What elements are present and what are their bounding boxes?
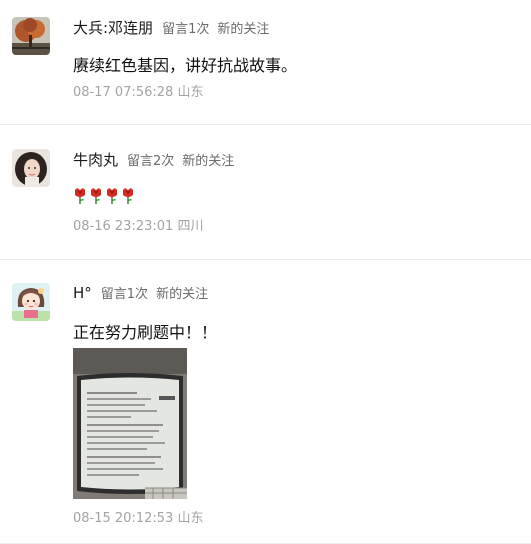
comment-meta: 大兵:邓连朋 留言1次 新的关注 [73,17,269,38]
rose-icon [75,188,85,204]
new-follow-tag: 新的关注 [182,154,235,169]
rose-icon [123,188,133,204]
comment-time: 08-16 23:23:01 四川 [73,215,203,234]
timestamp: 08-17 07:56:28 [73,85,174,100]
message-count-tag: 留言1次 [162,22,210,37]
cartoon-girl-avatar[interactable] [12,283,50,321]
rose-icon [107,188,117,204]
emoji-row [73,187,135,205]
girl-photo-avatar[interactable] [12,149,50,187]
comment-item: 牛肉丸 留言2次 新的关注 08-16 23:23:01 四川 [0,125,531,260]
comment-item: H° 留言1次 新的关注 正在努力刷题中！！ 08-15 20:12:53 山东 [0,260,531,544]
nickname[interactable]: H° [73,284,92,302]
autumn-tree-avatar[interactable] [12,17,50,55]
timestamp: 08-15 20:12:53 [73,511,174,526]
message-count-tag: 留言1次 [100,287,149,302]
comment-meta: 牛肉丸 留言2次 新的关注 [73,149,234,170]
location: 四川 [177,219,204,234]
rose-icon [91,188,101,204]
new-follow-tag: 新的关注 [217,22,270,37]
new-follow-tag: 新的关注 [156,287,209,302]
location: 山东 [177,511,204,526]
comment-meta: H° 留言1次 新的关注 [73,283,208,302]
nickname[interactable]: 牛肉丸 [73,149,118,170]
comment-time: 08-15 20:12:53 山东 [73,507,203,526]
location: 山东 [177,85,204,100]
tablet-exam-photo[interactable] [73,348,187,499]
timestamp: 08-16 23:23:01 [73,219,174,234]
comment-text: 正在努力刷题中！！ [73,323,218,342]
comment-item: 大兵:邓连朋 留言1次 新的关注 赓续红色基因，讲好抗战故事。 08-17 07… [0,0,531,125]
message-count-tag: 留言2次 [127,154,175,169]
comment-time: 08-17 07:56:28 山东 [73,81,203,100]
comment-text: 赓续红色基因，讲好抗战故事。 [73,56,298,75]
nickname[interactable]: 大兵:邓连朋 [73,17,153,38]
